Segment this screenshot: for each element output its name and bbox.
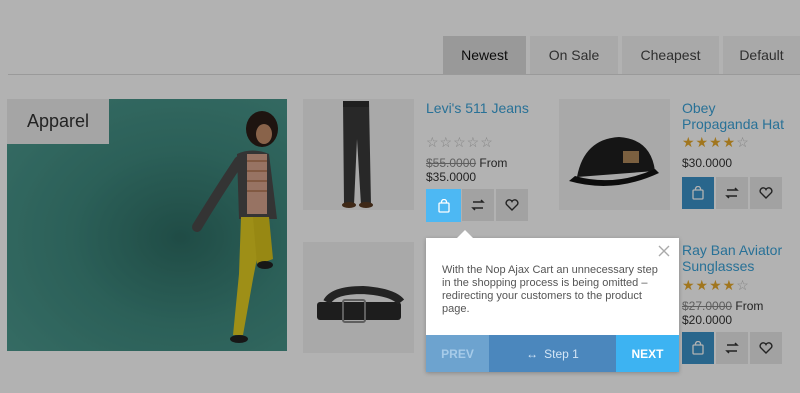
shopping-bag-icon bbox=[692, 341, 704, 355]
heart-icon bbox=[759, 342, 773, 354]
add-to-cart-button[interactable] bbox=[682, 177, 714, 209]
close-button[interactable] bbox=[657, 244, 671, 258]
add-to-cart-button-highlighted[interactable] bbox=[426, 189, 461, 222]
price: $30.0000 bbox=[682, 156, 733, 170]
sort-tab-cheapest[interactable]: Cheapest bbox=[622, 36, 719, 74]
shopping-bag-icon bbox=[437, 198, 450, 213]
wishlist-button[interactable] bbox=[750, 332, 782, 364]
sort-tab-newest[interactable]: Newest bbox=[443, 36, 526, 74]
sort-tab-default[interactable]: Default bbox=[723, 36, 800, 74]
rating-stars: ★★★★☆ bbox=[682, 277, 750, 293]
rating-stars: ☆☆☆☆☆ bbox=[426, 134, 494, 150]
product-actions bbox=[682, 177, 784, 209]
sort-tab-on-sale[interactable]: On Sale bbox=[530, 36, 618, 74]
price: $20.0000 bbox=[682, 313, 733, 327]
hat-image bbox=[569, 137, 659, 186]
tour-navigation: PREV ↔ Step 1 NEXT bbox=[426, 335, 679, 372]
tooltip-arrow bbox=[457, 230, 473, 238]
product-actions bbox=[682, 332, 784, 364]
product-image-hat[interactable] bbox=[559, 99, 670, 210]
old-price: $27.0000 bbox=[682, 299, 733, 313]
banner-label: Apparel bbox=[7, 99, 109, 144]
heart-icon bbox=[759, 187, 773, 199]
step-label: Step 1 bbox=[544, 346, 579, 361]
compare-button[interactable] bbox=[716, 177, 748, 209]
product-title-hat[interactable]: Obey Propaganda Hat bbox=[682, 100, 794, 132]
price-block: $27.0000 From $20.0000 bbox=[682, 299, 794, 327]
tooltip-text: With the Nop Ajax Cart an unnecessary st… bbox=[442, 264, 658, 315]
add-to-cart-button[interactable] bbox=[682, 332, 714, 364]
next-button[interactable]: NEXT bbox=[616, 335, 679, 372]
divider bbox=[8, 74, 800, 75]
sort-tabs: Newest On Sale Cheapest Default bbox=[443, 36, 800, 74]
wishlist-button[interactable] bbox=[496, 189, 528, 221]
compare-arrows-icon bbox=[725, 342, 739, 354]
category-banner[interactable]: Apparel bbox=[7, 99, 287, 351]
tour-tooltip: With the Nop Ajax Cart an unnecessary st… bbox=[426, 230, 679, 372]
close-icon bbox=[658, 245, 670, 257]
rating-stars: ★★★★☆ bbox=[682, 134, 750, 150]
compare-arrows-icon bbox=[471, 199, 485, 211]
product-image-belt[interactable] bbox=[303, 242, 414, 353]
old-price: $55.0000 bbox=[426, 156, 477, 170]
belt-image bbox=[317, 285, 405, 323]
product-image-jeans[interactable] bbox=[303, 99, 414, 210]
from-label: From bbox=[735, 299, 764, 313]
compare-button[interactable] bbox=[462, 189, 494, 221]
compare-button[interactable] bbox=[716, 332, 748, 364]
product-title-sunglasses[interactable]: Ray Ban Aviator Sunglasses bbox=[682, 242, 794, 274]
wishlist-button[interactable] bbox=[750, 177, 782, 209]
heart-icon bbox=[505, 199, 519, 211]
shopping-bag-icon bbox=[692, 186, 704, 200]
prev-button[interactable]: PREV bbox=[426, 335, 489, 372]
price: $35.0000 bbox=[426, 170, 477, 184]
step-indicator: ↔ Step 1 bbox=[489, 335, 616, 372]
from-label: From bbox=[479, 156, 508, 170]
jeans-image bbox=[342, 101, 373, 208]
price-block: $55.0000 From $35.0000 bbox=[426, 156, 546, 184]
compare-arrows-icon bbox=[725, 187, 739, 199]
product-title-jeans[interactable]: Levi's 511 Jeans bbox=[426, 100, 551, 116]
product-actions bbox=[462, 189, 530, 221]
dots-icon: ↔ bbox=[526, 346, 539, 361]
